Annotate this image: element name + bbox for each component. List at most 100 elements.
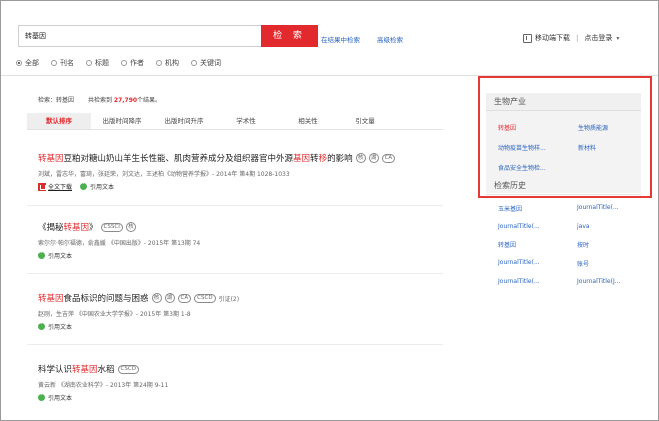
chevron-down-icon[interactable]: ▾ — [616, 35, 619, 42]
result-actions: 全文下载 引用文本 — [38, 181, 395, 191]
index-badge: 湖 — [368, 153, 379, 163]
query-prefix: 检索： — [38, 97, 57, 104]
title-part: 《揭秘 — [38, 223, 64, 233]
mobile-download-link[interactable]: 移动端下载 — [535, 33, 570, 43]
index-badge: 核 — [125, 222, 136, 232]
sort-tabs: 默认排序 出版时间降序 出版时间升序 学术性 相关性 引文量 — [27, 113, 443, 130]
industry-list: 转基因 生物质能源 动物疫苗生物样... 新材料 食品安全生物检... — [486, 111, 641, 172]
index-badge: CSCD — [194, 293, 216, 303]
radio-icon — [156, 60, 162, 66]
history-divider — [486, 194, 641, 195]
title-part: 转基因 — [63, 223, 90, 233]
tab-date-desc[interactable]: 出版时间降序 — [91, 113, 153, 129]
radio-icon — [86, 60, 92, 66]
page-frame: 转基因 检 索 在结果中检索 高级检索 移动端下载 | 点击登录 ▾ 全部 刊名… — [0, 0, 659, 421]
pdf-download-icon — [38, 182, 46, 191]
filter-institution[interactable]: 机构 — [156, 58, 179, 68]
title-part: 移 — [318, 154, 328, 164]
filter-journal[interactable]: 刊名 — [51, 58, 74, 68]
result-actions: 引用文本 — [38, 250, 200, 260]
tab-default-sort[interactable]: 默认排序 — [27, 113, 91, 129]
result-actions: 引用文本 — [38, 392, 168, 402]
cite-link[interactable]: 引用文本 — [48, 251, 72, 260]
industry-panel: 生物产业 转基因 生物质能源 动物疫苗生物样... 新材料 食品安全生物检... — [486, 93, 641, 193]
history-item[interactable]: 按时 — [577, 240, 647, 249]
full-text-download-link[interactable]: 全文下载 — [48, 182, 72, 191]
citation-count[interactable]: 引证(2) — [219, 294, 240, 303]
cite-link[interactable]: 引用文本 — [90, 182, 114, 191]
title-part: 的影响 — [327, 154, 353, 164]
title-part: 科学认识 — [38, 365, 73, 375]
search-field-filter: 全部 刊名 标题 作者 机构 关键词 — [16, 58, 233, 68]
result-title[interactable]: 《揭秘 转基因》 CSSCI 核 — [38, 221, 200, 233]
history-item[interactable]: JournalTitle(... — [577, 204, 647, 213]
index-badge: CSCD — [117, 364, 139, 374]
history-item[interactable]: JournalTitle(J... — [577, 278, 647, 285]
filter-author[interactable]: 作者 — [121, 58, 144, 68]
title-part: 基因 — [293, 154, 311, 164]
login-link[interactable]: 点击登录 — [584, 33, 612, 43]
radio-icon — [16, 60, 22, 66]
index-badge: CA — [177, 293, 192, 303]
industry-item[interactable]: 转基因 — [498, 123, 578, 132]
header-divider — [1, 75, 658, 76]
result-meta: 刘斌，雷志华，富琦，张廷荣，刘文达，王述柏《动物营养学报》- 2014年 第4期… — [38, 171, 290, 178]
title-part: 》 — [89, 223, 98, 233]
industry-item[interactable]: 动物疫苗生物样... — [498, 143, 578, 152]
industry-item[interactable]: 生物质能源 — [578, 123, 638, 132]
result-count: 27,790 — [113, 97, 138, 104]
title-part: 转基因 — [38, 294, 64, 304]
result-divider — [27, 273, 443, 274]
title-part: 水稻 — [97, 365, 115, 375]
tab-date-asc[interactable]: 出版时间升序 — [153, 113, 215, 129]
filter-keyword[interactable]: 关键词 — [191, 58, 221, 68]
result-item: 科学认识 转基因 水稻 CSCD 黄云新 《湖南农业科学》- 2013年 第24期 … — [38, 363, 168, 402]
industry-item[interactable]: 食品安全生物检... — [498, 163, 578, 172]
result-title[interactable]: 科学认识 转基因 水稻 CSCD — [38, 363, 168, 375]
query-text: 转基因 — [56, 97, 75, 104]
history-item[interactable]: java — [577, 223, 647, 230]
filter-title[interactable]: 标题 — [86, 58, 109, 68]
filter-label: 全部 — [25, 59, 39, 67]
phone-icon — [523, 33, 532, 43]
index-badge: 核 — [151, 293, 162, 303]
quote-icon — [38, 250, 45, 259]
search-input[interactable]: 转基因 — [18, 25, 261, 47]
result-meta: 赵刚，生吉萍 《中国农业大学学报》- 2015年 第3期 1-8 — [38, 311, 191, 318]
index-badge: 核 — [355, 153, 366, 163]
tab-relevance[interactable]: 相关性 — [277, 113, 339, 129]
radio-icon — [51, 60, 57, 66]
advanced-search-link[interactable]: 高级检索 — [377, 34, 403, 44]
result-title[interactable]: 转基因 豆粕对糖山奶山羊生长性能、肌肉营养成分及组织器官中外源 基因转移的影响 核 … — [38, 152, 396, 164]
tab-citations[interactable]: 引文量 — [339, 113, 391, 129]
filter-all[interactable]: 全部 — [16, 58, 39, 68]
result-summary: 检索：转基因 共检索到 27,790个结果。 — [38, 95, 161, 104]
history-item[interactable]: 转基因 — [498, 240, 577, 249]
history-item[interactable]: 账号 — [577, 259, 647, 268]
history-item[interactable]: JournalTitle(... — [498, 278, 577, 285]
header-separator: | — [576, 34, 579, 42]
radio-icon — [121, 60, 127, 66]
filter-label: 作者 — [130, 59, 144, 67]
history-item[interactable]: JournalTitle(... — [498, 223, 577, 230]
search-in-results-link[interactable]: 在结果中检索 — [321, 34, 360, 44]
result-item: 转基因 食品标识的问题与困惑 核 湖 CA CSCD 引证(2) 赵刚，生吉萍 《… — [38, 292, 239, 331]
filter-label: 标题 — [95, 59, 109, 67]
result-divider — [27, 205, 443, 206]
tab-academic[interactable]: 学术性 — [215, 113, 277, 129]
title-part: 豆粕对糖山奶山羊生长性能、肌肉营养成分及组织器官中外源 — [63, 154, 294, 164]
title-part: 转基因 — [38, 154, 64, 164]
index-badge: CA — [381, 153, 396, 163]
cite-link[interactable]: 引用文本 — [48, 322, 72, 331]
count-prefix: 共检索到 — [87, 97, 112, 104]
cite-link[interactable]: 引用文本 — [48, 393, 72, 402]
search-button[interactable]: 检 索 — [261, 25, 318, 47]
quote-icon — [80, 181, 88, 190]
result-item: 《揭秘 转基因》 CSSCI 核 索尔尔·帕尔福德，俞鑫媛 《中国出版》- 201… — [38, 221, 200, 260]
result-divider — [27, 344, 443, 345]
result-title[interactable]: 转基因 食品标识的问题与困惑 核 湖 CA CSCD 引证(2) — [38, 292, 239, 304]
history-item[interactable]: JournalTitle(... — [498, 259, 577, 268]
industry-item[interactable]: 新材料 — [578, 143, 638, 152]
history-item[interactable]: 玉米基因 — [498, 204, 577, 213]
title-part: 转 — [310, 154, 319, 164]
